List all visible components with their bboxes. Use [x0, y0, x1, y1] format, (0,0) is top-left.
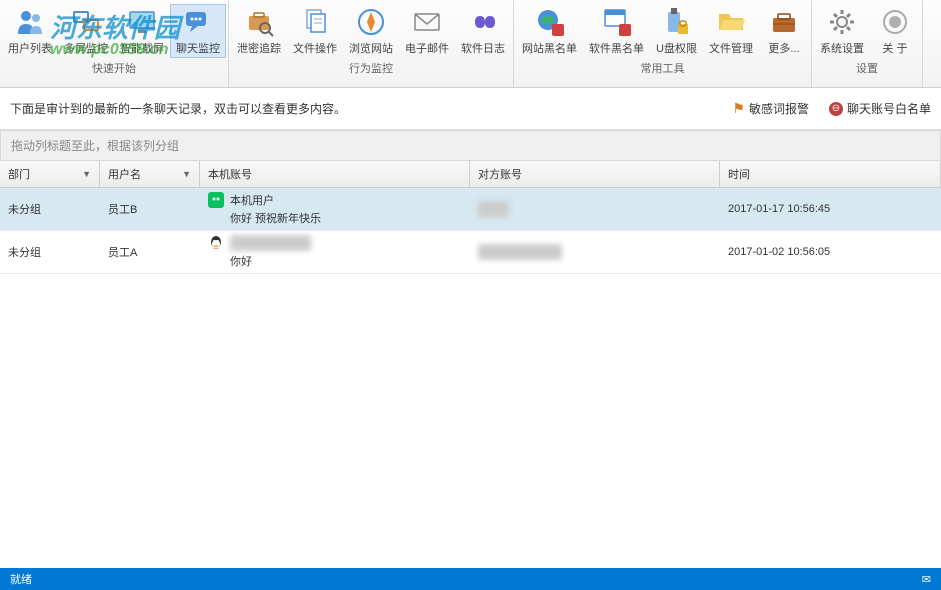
table-row[interactable]: 未分组 员工B 本机用户 你好 预祝新年快乐 刘██ 2017-01-17 10… — [0, 188, 941, 231]
cell-user: 员工A — [100, 231, 200, 273]
grid-header: 部门 ▼ 用户名 ▼ 本机账号 对方账号 时间 — [0, 161, 941, 188]
sort-desc-icon: ▼ — [182, 169, 191, 179]
usb-lock-icon — [660, 6, 692, 38]
cell-peer: 刘██ — [470, 188, 720, 230]
cell-local: 本机用户 你好 预祝新年快乐 — [200, 188, 470, 230]
group-label-quickstart: 快速开始 — [2, 60, 226, 76]
cell-dept: 未分组 — [0, 231, 100, 273]
group-label-behavior: 行为监控 — [231, 60, 511, 76]
cell-local: 孙██<2████> 你好 — [200, 231, 470, 273]
group-label-settings: 设置 — [814, 60, 920, 76]
ribbon-group-behavior: 泄密追踪 文件操作 浏览网站 电子邮件 软件日志 行为监控 — [229, 0, 514, 87]
statusbar: 就绪 ✉ — [0, 568, 941, 590]
user-list-button[interactable]: 用户列表 — [2, 4, 58, 58]
grid-body: 未分组 员工B 本机用户 你好 预祝新年快乐 刘██ 2017-01-17 10… — [0, 188, 941, 568]
email-button[interactable]: 电子邮件 — [399, 4, 455, 58]
column-dept[interactable]: 部门 ▼ — [0, 161, 100, 187]
group-by-bar[interactable]: 拖动列标题至此，根据该列分组 — [0, 130, 941, 161]
cell-peer: ██-李<2████> — [470, 231, 720, 273]
info-gear-icon — [879, 6, 911, 38]
toolbox-icon — [768, 6, 800, 38]
column-user[interactable]: 用户名 ▼ — [100, 161, 200, 187]
info-bar: 下面是审计到的最新的一条聊天记录，双击可以查看更多内容。 ⚑ 敏感词报警 ⊖ 聊… — [0, 88, 941, 130]
ribbon-toolbar: 用户列表 多屏监控 智能截屏 聊天监控 快速开始 泄密追踪 — [0, 0, 941, 88]
cell-time: 2017-01-17 10:56:45 — [720, 188, 941, 230]
chat-icon — [182, 6, 214, 38]
column-local-account[interactable]: 本机账号 — [200, 161, 470, 187]
globe-block-icon — [534, 6, 566, 38]
mail-icon[interactable]: ✉ — [922, 573, 931, 586]
monitors-icon — [70, 6, 102, 38]
file-mgmt-button[interactable]: 文件管理 — [703, 4, 759, 58]
web-blacklist-button[interactable]: 网站黑名单 — [516, 4, 583, 58]
chat-monitor-button[interactable]: 聊天监控 — [170, 4, 226, 58]
ribbon-group-quickstart: 用户列表 多屏监控 智能截屏 聊天监控 快速开始 — [0, 0, 229, 87]
multi-screen-button[interactable]: 多屏监控 — [58, 4, 114, 58]
infinity-icon — [467, 6, 499, 38]
ribbon-group-settings: 系统设置 关 于 设置 — [812, 0, 923, 87]
cell-dept: 未分组 — [0, 188, 100, 230]
status-text: 就绪 — [10, 571, 32, 587]
about-button[interactable]: 关 于 — [870, 4, 920, 58]
briefcase-search-icon — [243, 6, 275, 38]
ribbon-group-tools: 网站黑名单 软件黑名单 U盘权限 文件管理 更多... 常用工具 — [514, 0, 812, 87]
group-label-tools: 常用工具 — [516, 60, 809, 76]
usb-permission-button[interactable]: U盘权限 — [650, 4, 703, 58]
documents-icon — [299, 6, 331, 38]
leak-trace-button[interactable]: 泄密追踪 — [231, 4, 287, 58]
software-log-button[interactable]: 软件日志 — [455, 4, 511, 58]
users-icon — [14, 6, 46, 38]
table-row[interactable]: 未分组 员工A 孙██<2████> 你好 ██-李<2████> 2017-0… — [0, 231, 941, 274]
monitor-icon — [126, 6, 158, 38]
sensitive-word-alert-link[interactable]: ⚑ 敏感词报警 — [732, 100, 809, 117]
browse-web-button[interactable]: 浏览网站 — [343, 4, 399, 58]
circle-minus-icon: ⊖ — [829, 102, 843, 116]
wechat-icon — [208, 192, 224, 208]
window-block-icon — [601, 6, 633, 38]
compass-icon — [355, 6, 387, 38]
gear-icon — [826, 6, 858, 38]
sort-desc-icon: ▼ — [82, 169, 91, 179]
file-ops-button[interactable]: 文件操作 — [287, 4, 343, 58]
envelope-icon — [411, 6, 443, 38]
cell-user: 员工B — [100, 188, 200, 230]
cell-time: 2017-01-02 10:56:05 — [720, 231, 941, 273]
column-peer-account[interactable]: 对方账号 — [470, 161, 720, 187]
system-settings-button[interactable]: 系统设置 — [814, 4, 870, 58]
folder-icon — [715, 6, 747, 38]
info-text: 下面是审计到的最新的一条聊天记录，双击可以查看更多内容。 — [10, 100, 346, 117]
flag-icon: ⚑ — [732, 100, 745, 117]
software-blacklist-button[interactable]: 软件黑名单 — [583, 4, 650, 58]
smart-screenshot-button[interactable]: 智能截屏 — [114, 4, 170, 58]
qq-icon — [208, 235, 224, 251]
more-button[interactable]: 更多... — [759, 4, 809, 58]
chat-account-whitelist-link[interactable]: ⊖ 聊天账号白名单 — [829, 100, 931, 117]
column-time[interactable]: 时间 — [720, 161, 941, 187]
